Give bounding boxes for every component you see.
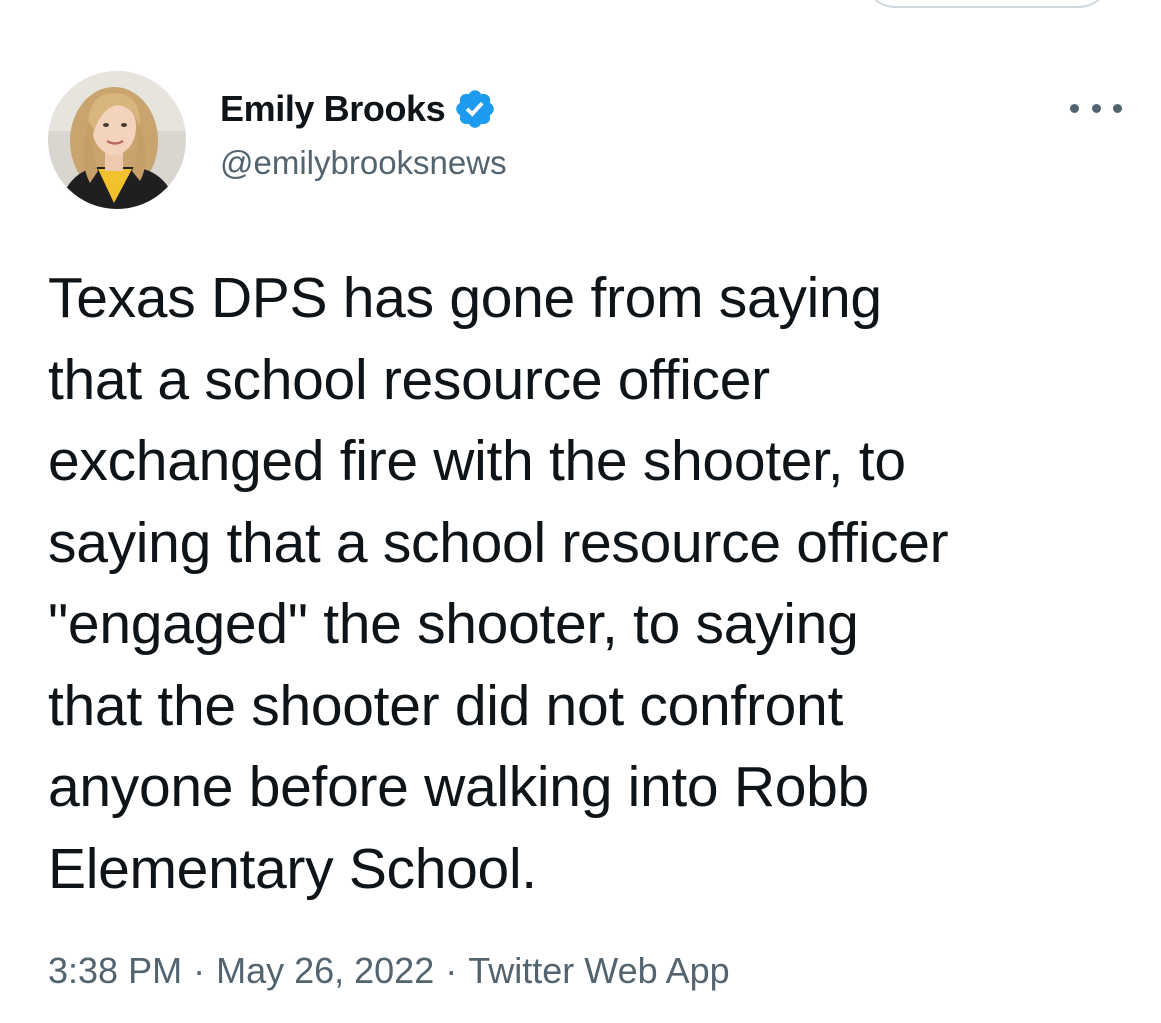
more-dot — [1091, 103, 1101, 113]
author-name-row[interactable]: Emily Brooks — [220, 86, 497, 132]
tweet-date[interactable]: May 26, 2022 — [216, 950, 434, 992]
separator-dot: · — [445, 950, 458, 991]
follow-button[interactable] — [862, 0, 1112, 8]
more-dot — [1070, 103, 1079, 113]
author-handle[interactable]: @emilybrooksnews — [220, 144, 507, 182]
separator-dot: · — [193, 950, 206, 991]
tweet-time[interactable]: 3:38 PM — [48, 950, 182, 992]
tweet-detail: Emily Brooks @emilybrooksnews Texas DPS … — [0, 0, 1161, 1023]
author-display-name[interactable]: Emily Brooks — [220, 88, 446, 130]
more-horizontal-icon[interactable] — [1070, 95, 1122, 121]
avatar-photo — [48, 71, 186, 209]
tweet-text: Texas DPS has gone from saying that a sc… — [48, 266, 949, 901]
tweet-metadata: 3:38 PM · May 26, 2022 · Twitter Web App — [48, 950, 730, 992]
tweet-source[interactable]: Twitter Web App — [468, 950, 729, 992]
more-dot — [1113, 103, 1122, 113]
avatar[interactable] — [48, 71, 186, 209]
verified-badge-icon — [453, 87, 497, 131]
